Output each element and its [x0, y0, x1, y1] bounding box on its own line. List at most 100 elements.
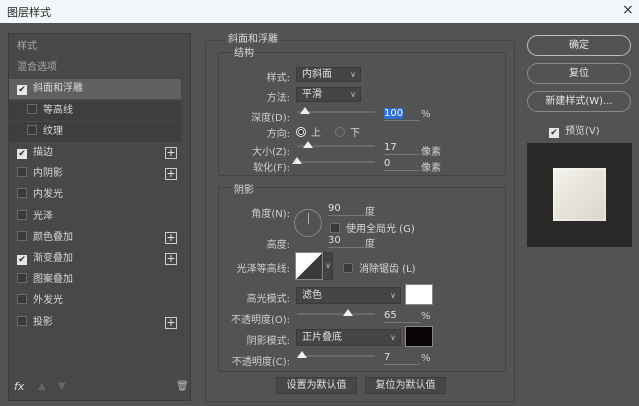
checkmark-icon: ✔: [549, 128, 559, 138]
technique-value: 平滑: [302, 89, 322, 100]
sidebar-item[interactable]: 颜色叠加 +: [9, 228, 181, 248]
direction-down-label: 下: [350, 128, 360, 139]
checkmark-icon[interactable]: ✔: [17, 85, 27, 96]
chevron-down-icon[interactable]: ∨: [323, 252, 333, 280]
angle-unit: 度: [365, 207, 375, 218]
checkbox-icon[interactable]: [17, 294, 27, 305]
new-style-button[interactable]: 新建样式(W)...: [527, 91, 631, 112]
plus-icon[interactable]: +: [165, 316, 177, 329]
checkbox-icon[interactable]: [17, 188, 27, 199]
angle-dial[interactable]: [294, 209, 322, 237]
sidebar-item[interactable]: 样式: [9, 37, 181, 57]
highlight-color-swatch[interactable]: [405, 284, 433, 305]
soften-label: 软化(F):: [253, 163, 290, 174]
plus-icon[interactable]: +: [165, 168, 177, 181]
radio-selected-icon: [296, 127, 306, 137]
technique-dropdown[interactable]: 平滑 ∨: [296, 87, 361, 102]
slider-thumb[interactable]: [297, 351, 308, 358]
checkbox-icon[interactable]: [17, 315, 27, 326]
plus-icon[interactable]: +: [165, 231, 177, 244]
slider-thumb[interactable]: [302, 141, 313, 148]
sidebar-item[interactable]: 内发光: [9, 185, 181, 205]
preview-swatch: [553, 168, 606, 221]
structure-title: 结构: [232, 44, 256, 59]
shading-title: 阴影: [232, 181, 256, 196]
depth-slider[interactable]: [297, 107, 375, 114]
fx-button[interactable]: fx: [14, 380, 24, 393]
style-dropdown[interactable]: 内斜面 ∨: [296, 67, 361, 82]
checkbox-icon: [330, 223, 340, 233]
antialias-checkbox[interactable]: 消除锯齿 (L): [343, 260, 416, 275]
chevron-down-icon: ∨: [350, 90, 356, 99]
sidebar-item[interactable]: 等高线: [9, 100, 181, 121]
shadow-opacity-input[interactable]: 7: [384, 352, 420, 365]
move-down-icon[interactable]: ▼: [58, 381, 66, 392]
close-icon[interactable]: ×: [622, 2, 634, 18]
reset-button[interactable]: 复位: [527, 63, 631, 84]
highlight-opacity-unit: %: [421, 311, 431, 322]
direction-down-radio[interactable]: 下: [335, 124, 360, 139]
highlight-opacity-slider[interactable]: [297, 309, 375, 316]
sidebar-item[interactable]: ✔ 描边 +: [9, 143, 181, 163]
ok-button[interactable]: 确定: [527, 35, 631, 56]
angle-input[interactable]: 90: [328, 203, 364, 216]
trash-icon[interactable]: 🗑: [176, 381, 189, 392]
sidebar-item-label: 投影: [33, 316, 53, 328]
chevron-down-icon: ∨: [390, 333, 396, 342]
size-input[interactable]: 17: [384, 142, 420, 155]
sidebar-item[interactable]: 外发光: [9, 291, 181, 311]
reset-default-button[interactable]: 复位为默认值: [365, 377, 446, 394]
size-label: 大小(Z):: [251, 147, 290, 158]
shadow-mode-label: 阴影模式:: [246, 336, 290, 347]
sidebar-item[interactable]: ✔ 渐变叠加 +: [9, 249, 181, 269]
sidebar-item[interactable]: 纹理: [9, 121, 181, 142]
shadow-mode-value: 正片叠底: [302, 332, 342, 343]
checkbox-icon[interactable]: [17, 167, 27, 178]
sidebar-item[interactable]: 混合选项: [9, 58, 181, 78]
shadow-opacity-unit: %: [421, 353, 431, 364]
plus-icon[interactable]: +: [165, 147, 177, 159]
shadow-color-swatch[interactable]: [405, 326, 433, 347]
move-up-icon[interactable]: ▲: [38, 381, 46, 392]
highlight-opacity-input[interactable]: 65: [384, 310, 420, 323]
style-value: 内斜面: [302, 69, 332, 80]
sidebar-item-label: 外发光: [33, 295, 63, 307]
shadow-opacity-label: 不透明度(C):: [231, 357, 290, 368]
slider-thumb[interactable]: [342, 309, 353, 316]
plus-icon[interactable]: +: [165, 253, 177, 265]
gloss-contour-preview[interactable]: [295, 252, 323, 280]
soften-slider[interactable]: [292, 157, 375, 164]
sidebar-item[interactable]: 投影 +: [9, 313, 181, 333]
sidebar-item[interactable]: 图案叠加: [9, 270, 181, 290]
sidebar-item[interactable]: 内阴影 +: [9, 164, 181, 184]
sidebar-item-label: 图案叠加: [33, 274, 73, 286]
global-light-checkbox[interactable]: 使用全局光 (G): [330, 220, 415, 235]
checkmark-icon[interactable]: ✔: [17, 255, 27, 265]
checkbox-icon[interactable]: [27, 103, 37, 114]
direction-up-radio[interactable]: 上: [296, 124, 321, 139]
checkbox-icon[interactable]: [17, 209, 27, 220]
soften-input[interactable]: 0: [384, 158, 420, 171]
sidebar-item[interactable]: 光泽: [9, 207, 181, 227]
depth-input[interactable]: 100: [384, 108, 420, 121]
shadow-opacity-slider[interactable]: [297, 351, 375, 358]
title-bar: 图层样式 ×: [0, 0, 639, 23]
checkbox-icon[interactable]: [17, 273, 27, 284]
preview-checkbox[interactable]: ✔ 预览(V): [549, 122, 600, 138]
sidebar-item-label: 斜面和浮雕: [33, 83, 83, 95]
size-slider[interactable]: [297, 141, 375, 148]
altitude-label: 高度:: [266, 240, 290, 251]
checkmark-icon[interactable]: ✔: [17, 149, 27, 159]
sidebar-item[interactable]: ✔ 斜面和浮雕: [9, 79, 181, 100]
slider-thumb[interactable]: [299, 107, 310, 114]
checkbox-icon[interactable]: [17, 230, 27, 241]
depth-label: 深度(D):: [251, 113, 290, 124]
checkbox-icon[interactable]: [27, 124, 37, 135]
highlight-mode-dropdown[interactable]: 滤色 ∨: [296, 287, 401, 304]
slider-thumb[interactable]: [292, 157, 302, 164]
altitude-input[interactable]: 30: [328, 235, 364, 248]
set-default-button[interactable]: 设置为默认值: [276, 377, 357, 394]
shadow-mode-dropdown[interactable]: 正片叠底 ∨: [296, 329, 401, 346]
global-light-label: 使用全局光 (G): [346, 224, 415, 235]
size-unit: 像素: [421, 147, 441, 158]
